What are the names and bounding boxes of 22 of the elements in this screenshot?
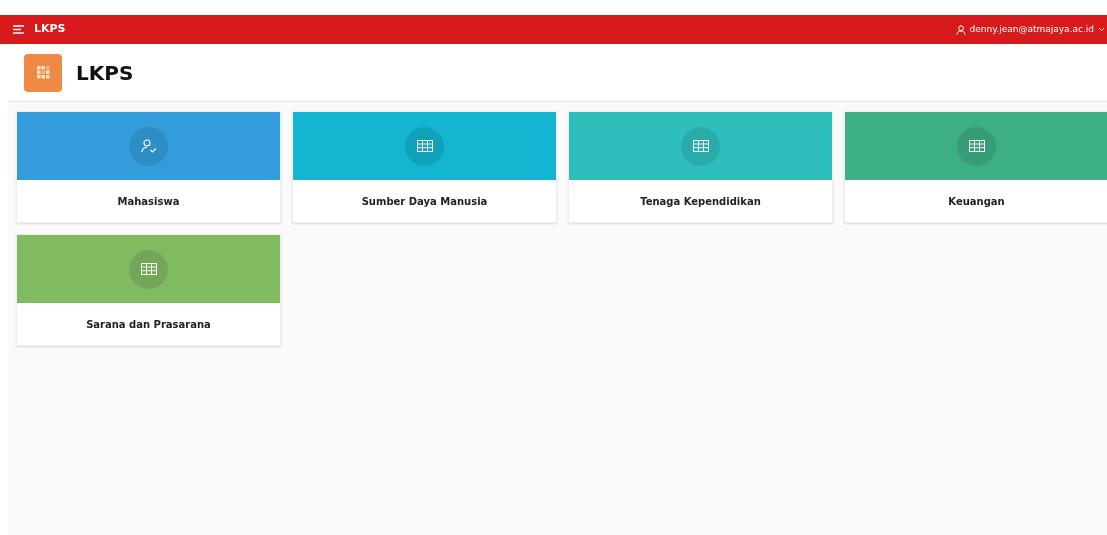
category-card[interactable]: Keuangan (844, 111, 1107, 223)
app-name: LKPS (34, 21, 66, 38)
page-title: LKPS (76, 59, 134, 87)
category-card[interactable]: Tenaga Kependidikan (568, 111, 833, 223)
card-label: Sumber Daya Manusia (361, 194, 488, 209)
category-card[interactable]: Sarana dan Prasarana (16, 234, 281, 346)
table-icon (968, 140, 985, 152)
menu-icon[interactable] (13, 25, 25, 34)
caret-icon (1098, 27, 1105, 32)
user-menu-button[interactable]: denny.jean@atmajaya.ac.id (955, 22, 1105, 37)
user-check-icon (140, 139, 157, 153)
table-icon (692, 140, 709, 152)
category-card[interactable]: Mahasiswa (16, 111, 281, 223)
table-icon (416, 140, 433, 152)
table-icon (140, 263, 157, 275)
app-logo-icon (24, 53, 62, 92)
user-icon (955, 24, 966, 35)
category-card[interactable]: Sumber Daya Manusia (292, 111, 557, 223)
card-label: Keuangan (948, 194, 1005, 209)
card-label: Sarana dan Prasarana (86, 317, 211, 332)
card-label: Tenaga Kependidikan (640, 194, 761, 209)
card-label: Mahasiswa (117, 194, 180, 209)
